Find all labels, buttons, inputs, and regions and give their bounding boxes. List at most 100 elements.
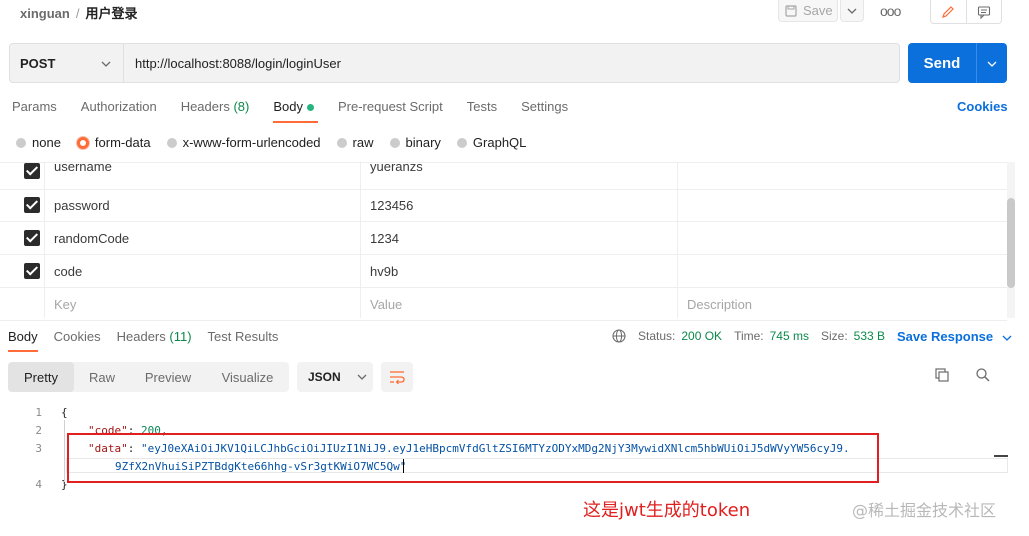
- radio-circle: [389, 137, 400, 148]
- overview-ruler-marker: [994, 455, 1008, 457]
- response-tab-headers[interactable]: Headers (11): [117, 329, 192, 344]
- param-key[interactable]: randomCode: [54, 222, 129, 254]
- tab-settings[interactable]: Settings: [521, 99, 568, 114]
- mode-toggle: [930, 0, 1002, 24]
- tab-params[interactable]: Params: [12, 99, 57, 114]
- row-checkbox[interactable]: [24, 230, 40, 246]
- params-table: username yueranzs password 123456 random…: [0, 159, 1007, 321]
- radio-raw[interactable]: raw: [336, 135, 374, 150]
- radio-none[interactable]: none: [16, 135, 61, 150]
- radio-binary[interactable]: binary: [389, 135, 441, 150]
- status-label: Status:: [638, 329, 676, 343]
- tab-tests[interactable]: Tests: [467, 99, 497, 114]
- response-active-tab-indicator: [8, 350, 38, 352]
- column-divider: [677, 162, 678, 318]
- response-tabs: Body Cookies Headers (11) Test Results: [8, 329, 278, 344]
- save-icon: [785, 4, 797, 17]
- radio-circle: [166, 137, 177, 148]
- globe-icon[interactable]: [612, 329, 626, 343]
- request-name[interactable]: 用户登录: [85, 6, 137, 21]
- line-number: 1: [35, 406, 42, 419]
- response-tab-test-results[interactable]: Test Results: [208, 329, 279, 344]
- size-value[interactable]: 533 B: [854, 329, 885, 343]
- radio-circle: [456, 137, 467, 148]
- view-pretty-button[interactable]: Pretty: [8, 362, 74, 392]
- response-tab-headers-label: Headers: [116, 329, 166, 344]
- response-view-toggle: Pretty Raw Preview Visualize: [8, 362, 289, 392]
- tab-headers[interactable]: Headers (8): [181, 99, 250, 114]
- radio-graphql[interactable]: GraphQL: [456, 135, 527, 150]
- active-tab-indicator: [273, 121, 318, 123]
- radio-circle-selected: [76, 136, 89, 149]
- row-checkbox[interactable]: [24, 163, 40, 179]
- chevron-down-icon: [357, 374, 367, 380]
- radio-circle: [16, 137, 26, 148]
- tab-authorization[interactable]: Authorization: [81, 99, 157, 114]
- send-label: Send: [923, 54, 961, 72]
- more-actions-button[interactable]: ooo: [880, 3, 901, 19]
- request-tabs: Params Authorization Headers (8) Body Pr…: [12, 99, 568, 114]
- send-dropdown-button[interactable]: [977, 56, 1007, 70]
- chevron-down-icon: [1002, 335, 1012, 341]
- view-visualize-button[interactable]: Visualize: [206, 362, 289, 392]
- format-select[interactable]: JSON: [297, 362, 373, 392]
- indent-guide: [64, 420, 65, 482]
- comment-icon: [977, 5, 990, 19]
- radio-label: GraphQL: [472, 135, 527, 150]
- param-key[interactable]: username: [54, 150, 112, 182]
- tab-headers-count: (8): [233, 99, 250, 114]
- search-button[interactable]: [975, 367, 991, 386]
- row-checkbox[interactable]: [24, 197, 40, 213]
- response-tab-cookies[interactable]: Cookies: [54, 329, 101, 344]
- search-icon: [976, 368, 990, 382]
- workspace-name[interactable]: xinguan: [20, 6, 70, 21]
- wrap-lines-button[interactable]: [381, 362, 413, 392]
- time-value[interactable]: 745 ms: [770, 329, 809, 343]
- param-key[interactable]: password: [54, 189, 110, 221]
- size-label: Size:: [820, 329, 848, 343]
- param-value[interactable]: 123456: [370, 189, 413, 221]
- tab-headers-label: Headers: [180, 99, 230, 114]
- new-description-placeholder[interactable]: Description: [687, 288, 752, 320]
- row-checkbox[interactable]: [24, 263, 40, 279]
- pencil-icon: [942, 5, 955, 18]
- copy-button[interactable]: [934, 367, 950, 386]
- method-select[interactable]: POST: [9, 43, 124, 83]
- response-status-bar: Status: 200 OK Time: 745 ms Size: 533 B: [612, 329, 885, 343]
- new-key-placeholder[interactable]: Key: [54, 288, 76, 320]
- param-value[interactable]: yueranzs: [370, 150, 423, 182]
- params-scrollbar-thumb[interactable]: [1007, 198, 1015, 288]
- view-preview-button[interactable]: Preview: [130, 362, 206, 392]
- radio-label: binary: [405, 135, 441, 150]
- radio-label: none: [32, 135, 61, 150]
- param-key[interactable]: code: [54, 255, 82, 287]
- param-value[interactable]: 1234: [370, 222, 399, 254]
- send-button[interactable]: Send: [908, 43, 1007, 83]
- edit-mode-button[interactable]: [931, 0, 967, 23]
- status-value[interactable]: 200 OK: [681, 329, 722, 343]
- response-tab-body[interactable]: Body: [8, 329, 38, 344]
- save-response-button[interactable]: Save Response: [897, 329, 1012, 344]
- new-value-placeholder[interactable]: Value: [370, 288, 402, 320]
- param-value[interactable]: hv9b: [370, 255, 398, 287]
- code-open-brace: {: [61, 406, 68, 419]
- url-input[interactable]: http://localhost:8088/login/loginUser: [124, 43, 900, 83]
- cookies-link[interactable]: Cookies: [957, 99, 1008, 114]
- save-button[interactable]: Save: [778, 0, 838, 22]
- radio-circle: [336, 137, 347, 148]
- tab-pre-request-script[interactable]: Pre-request Script: [338, 99, 443, 114]
- comments-button[interactable]: [967, 0, 1002, 23]
- line-number: 2: [35, 424, 42, 437]
- save-response-label: Save Response: [897, 329, 994, 344]
- tab-body[interactable]: Body: [273, 99, 314, 114]
- radio-label: form-data: [94, 135, 151, 150]
- save-label: Save: [803, 3, 833, 18]
- line-number: 3: [35, 442, 42, 455]
- radio-form-data[interactable]: form-data: [76, 135, 151, 150]
- table-row: password 123456: [0, 189, 1007, 222]
- view-raw-button[interactable]: Raw: [74, 362, 130, 392]
- radio-x-www-form-urlencoded[interactable]: x-www-form-urlencoded: [166, 135, 321, 150]
- copy-icon: [935, 368, 949, 382]
- table-row: code hv9b: [0, 255, 1007, 288]
- save-dropdown-button[interactable]: [840, 0, 864, 22]
